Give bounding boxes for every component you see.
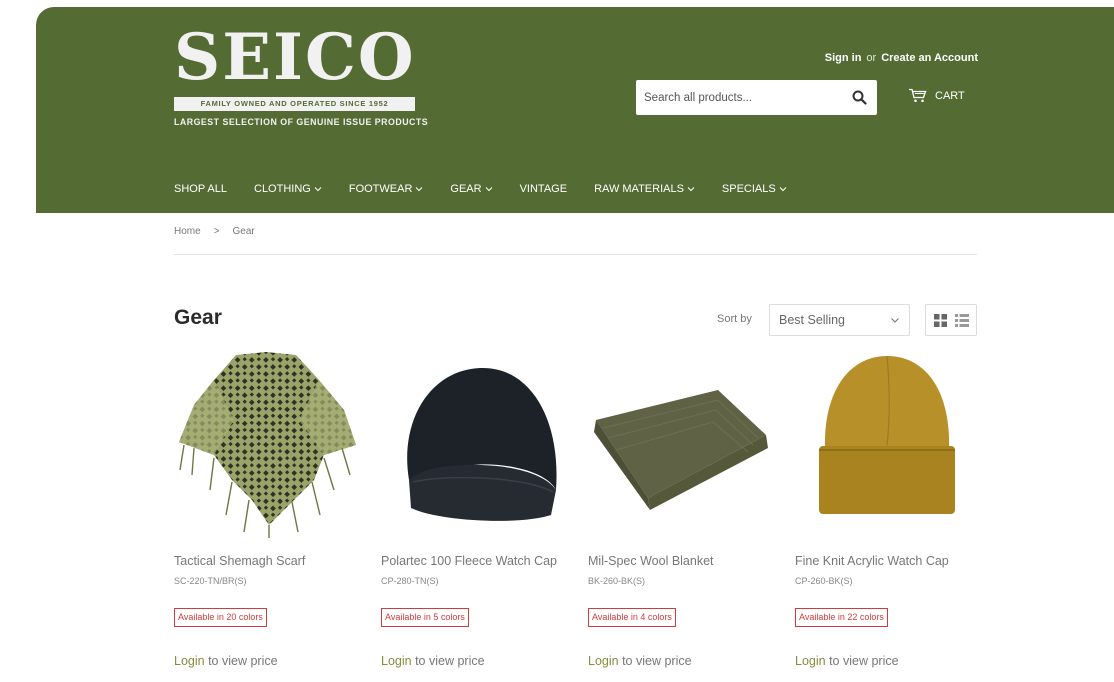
price-login-prompt: Login to view price [795, 654, 978, 668]
price-text: to view price [829, 654, 899, 668]
nav-specials[interactable]: SPECIALS [722, 183, 787, 195]
nav-label: VINTAGE [519, 183, 568, 195]
price-login-prompt: Login to view price [174, 654, 357, 668]
product-card[interactable]: Mil-Spec Wool Blanket BK-260-BK(S) Avail… [588, 350, 771, 668]
product-image-fleece-cap[interactable] [381, 350, 564, 540]
color-availability-badge: Available in 20 colors [174, 608, 267, 627]
product-sku: SC-220-TN/BR(S) [174, 576, 247, 586]
breadcrumb-home[interactable]: Home [174, 226, 201, 237]
search-input[interactable] [636, 80, 841, 115]
chevron-down-icon [687, 187, 695, 192]
price-text: to view price [415, 654, 485, 668]
nav-shop-all[interactable]: SHOP ALL [174, 183, 227, 195]
site-header: SEICO FAMILY OWNED AND OPERATED SINCE 19… [36, 7, 1114, 213]
view-toggle [925, 304, 977, 336]
product-card[interactable]: Fine Knit Acrylic Watch Cap CP-260-BK(S)… [795, 350, 978, 668]
cart-icon [909, 88, 927, 103]
login-link[interactable]: Login [174, 654, 205, 668]
price-login-prompt: Login to view price [588, 654, 771, 668]
sort-label: Sort by [717, 313, 752, 325]
sort-value: Best Selling [779, 313, 846, 327]
product-title[interactable]: Polartec 100 Fleece Watch Cap [381, 554, 564, 570]
breadcrumb-divider [174, 254, 977, 255]
chevron-down-icon [314, 187, 322, 192]
nav-label: RAW MATERIALS [594, 183, 684, 195]
list-view-icon[interactable] [954, 313, 969, 327]
login-link[interactable]: Login [795, 654, 826, 668]
product-image-wool-blanket[interactable] [588, 350, 771, 540]
search-button[interactable] [841, 80, 877, 115]
logo-wordmark: SEICO [174, 20, 416, 95]
main-nav: SHOP ALL CLOTHING FOOTWEAR GEAR VINTAGE … [174, 183, 814, 195]
product-image-acrylic-cap[interactable] [795, 350, 978, 540]
product-title[interactable]: Mil-Spec Wool Blanket [588, 554, 771, 570]
nav-gear[interactable]: GEAR [450, 183, 492, 195]
chevron-down-icon [779, 187, 787, 192]
nav-label: SPECIALS [721, 183, 776, 195]
nav-footwear[interactable]: FOOTWEAR [349, 183, 424, 195]
nav-label: SHOP ALL [174, 183, 227, 195]
search-bar [636, 80, 877, 115]
page-title: Gear [174, 306, 222, 329]
nav-label: CLOTHING [254, 183, 311, 195]
login-link[interactable]: Login [588, 654, 619, 668]
breadcrumb-current: Gear [232, 226, 255, 237]
product-title[interactable]: Tactical Shemagh Scarf [174, 554, 357, 570]
price-text: to view price [208, 654, 278, 668]
price-text: to view price [622, 654, 692, 668]
product-card[interactable]: Polartec 100 Fleece Watch Cap CP-280-TN(… [381, 350, 564, 668]
sort-select[interactable]: Best Selling [769, 304, 910, 336]
color-availability-badge: Available in 22 colors [795, 608, 888, 627]
account-links: Sign in or Create an Account [825, 52, 978, 64]
breadcrumb-separator: > [213, 226, 220, 237]
search-icon [852, 90, 867, 105]
price-login-prompt: Login to view price [381, 654, 564, 668]
product-image-shemagh[interactable] [174, 350, 357, 540]
create-account-link[interactable]: Create an Account [881, 52, 978, 64]
account-or: or [866, 52, 877, 64]
chevron-down-icon [416, 187, 423, 192]
logo-tagline: LARGEST SELECTION OF GENUINE ISSUE PRODU… [174, 117, 429, 127]
product-title[interactable]: Fine Knit Acrylic Watch Cap [795, 554, 978, 570]
chevron-down-icon [485, 187, 492, 192]
color-availability-badge: Available in 4 colors [588, 608, 676, 627]
nav-raw-materials[interactable]: RAW MATERIALS [594, 183, 695, 195]
product-sku: CP-280-TN(S) [381, 576, 439, 586]
sign-in-link[interactable]: Sign in [825, 52, 862, 64]
chevron-down-icon [891, 317, 899, 323]
product-card[interactable]: Tactical Shemagh Scarf SC-220-TN/BR(S) A… [174, 350, 357, 668]
logo-band: FAMILY OWNED AND OPERATED SINCE 1952 [174, 97, 415, 111]
grid-view-icon[interactable] [933, 313, 947, 327]
nav-clothing[interactable]: CLOTHING [254, 183, 322, 195]
product-sku: CP-260-BK(S) [795, 576, 853, 586]
nav-vintage[interactable]: VINTAGE [520, 183, 567, 195]
product-grid: Tactical Shemagh Scarf SC-220-TN/BR(S) A… [174, 350, 978, 668]
breadcrumb: Home > Gear [174, 226, 255, 237]
cart-link[interactable]: CART [908, 88, 965, 103]
nav-label: FOOTWEAR [348, 183, 413, 195]
product-sku: BK-260-BK(S) [588, 576, 646, 586]
color-availability-badge: Available in 5 colors [381, 608, 469, 627]
logo[interactable]: SEICO FAMILY OWNED AND OPERATED SINCE 19… [174, 20, 429, 127]
nav-label: GEAR [450, 183, 482, 195]
cart-label: CART [935, 89, 965, 102]
login-link[interactable]: Login [381, 654, 412, 668]
